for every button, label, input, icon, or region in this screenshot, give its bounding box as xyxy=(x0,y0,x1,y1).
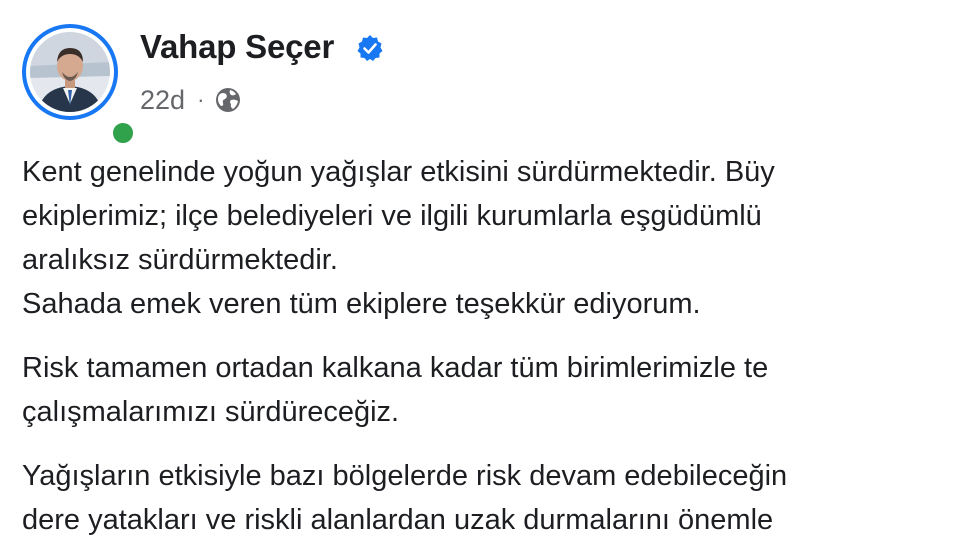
post-text-line: Risk tamamen ortadan kalkana kadar tüm b… xyxy=(22,352,769,384)
post-text-line: Kent genelinde yoğun yağışlar etkisini s… xyxy=(22,156,775,188)
author-name[interactable]: Vahap Seçer xyxy=(140,28,334,66)
online-status-dot xyxy=(110,120,136,146)
post-text-line: ekiplerimiz; ilçe belediyeleri ve ilgili… xyxy=(22,200,762,232)
post-text-line: aralıksız sürdürmektedir. xyxy=(22,244,338,276)
post-text-line: dere yatakları ve riskli alanlardan uzak… xyxy=(22,504,774,536)
post-text-line: çalışmalarımızı sürdüreceğiz. xyxy=(22,396,400,428)
globe-icon[interactable] xyxy=(214,86,242,114)
post-text-line: Sahada emek veren tüm ekiplere teşekkür … xyxy=(22,288,701,320)
post-time[interactable]: 22d xyxy=(140,85,185,116)
verified-badge-icon xyxy=(357,35,383,61)
avatar[interactable] xyxy=(22,24,136,146)
meta-separator: · xyxy=(197,87,205,112)
profile-photo xyxy=(30,32,110,112)
post-text: Kent genelinde yoğun yağışlar etkisini s… xyxy=(22,150,960,540)
post-text-line: Yağışların etkisiyle bazı bölgelerde ris… xyxy=(22,460,788,492)
post-meta: 22d · xyxy=(140,82,242,118)
